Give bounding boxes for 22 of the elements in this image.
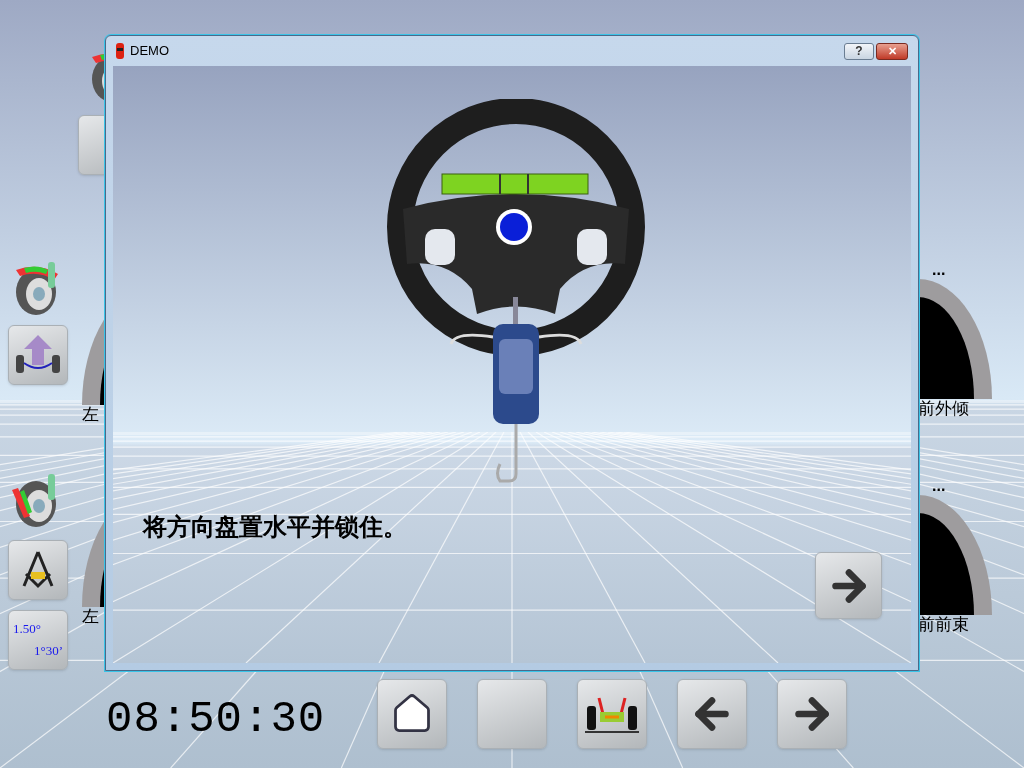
gauge-reading: ...	[932, 265, 946, 275]
compass-button[interactable]	[8, 540, 68, 600]
angle-units-button[interactable]: 1.50° 1°30’	[8, 610, 68, 670]
home-button[interactable]	[377, 679, 448, 749]
minutes-angle-text: 1°30’	[33, 643, 63, 659]
gauge-label: 前外倾	[918, 399, 969, 419]
window-title: DEMO	[130, 42, 169, 61]
decimal-angle-text: 1.50°	[13, 621, 41, 637]
gauge-label: 左	[82, 405, 99, 425]
car-icon	[116, 43, 124, 59]
instruction-text: 将方向盘置水平并锁住。	[143, 512, 408, 542]
close-button[interactable]: ✕	[876, 42, 908, 60]
back-button[interactable]	[677, 679, 748, 749]
gauge-reading: ...	[932, 481, 946, 491]
gauge-label: 左	[82, 607, 99, 627]
gauge-label: 前前束	[918, 615, 969, 635]
next-button[interactable]	[815, 552, 882, 619]
next-button[interactable]	[777, 679, 848, 749]
vehicle-button[interactable]	[577, 679, 648, 749]
lift-button[interactable]	[8, 325, 68, 385]
digital-clock: 08:50:30	[106, 693, 326, 745]
help-button[interactable]: ?	[844, 42, 874, 60]
